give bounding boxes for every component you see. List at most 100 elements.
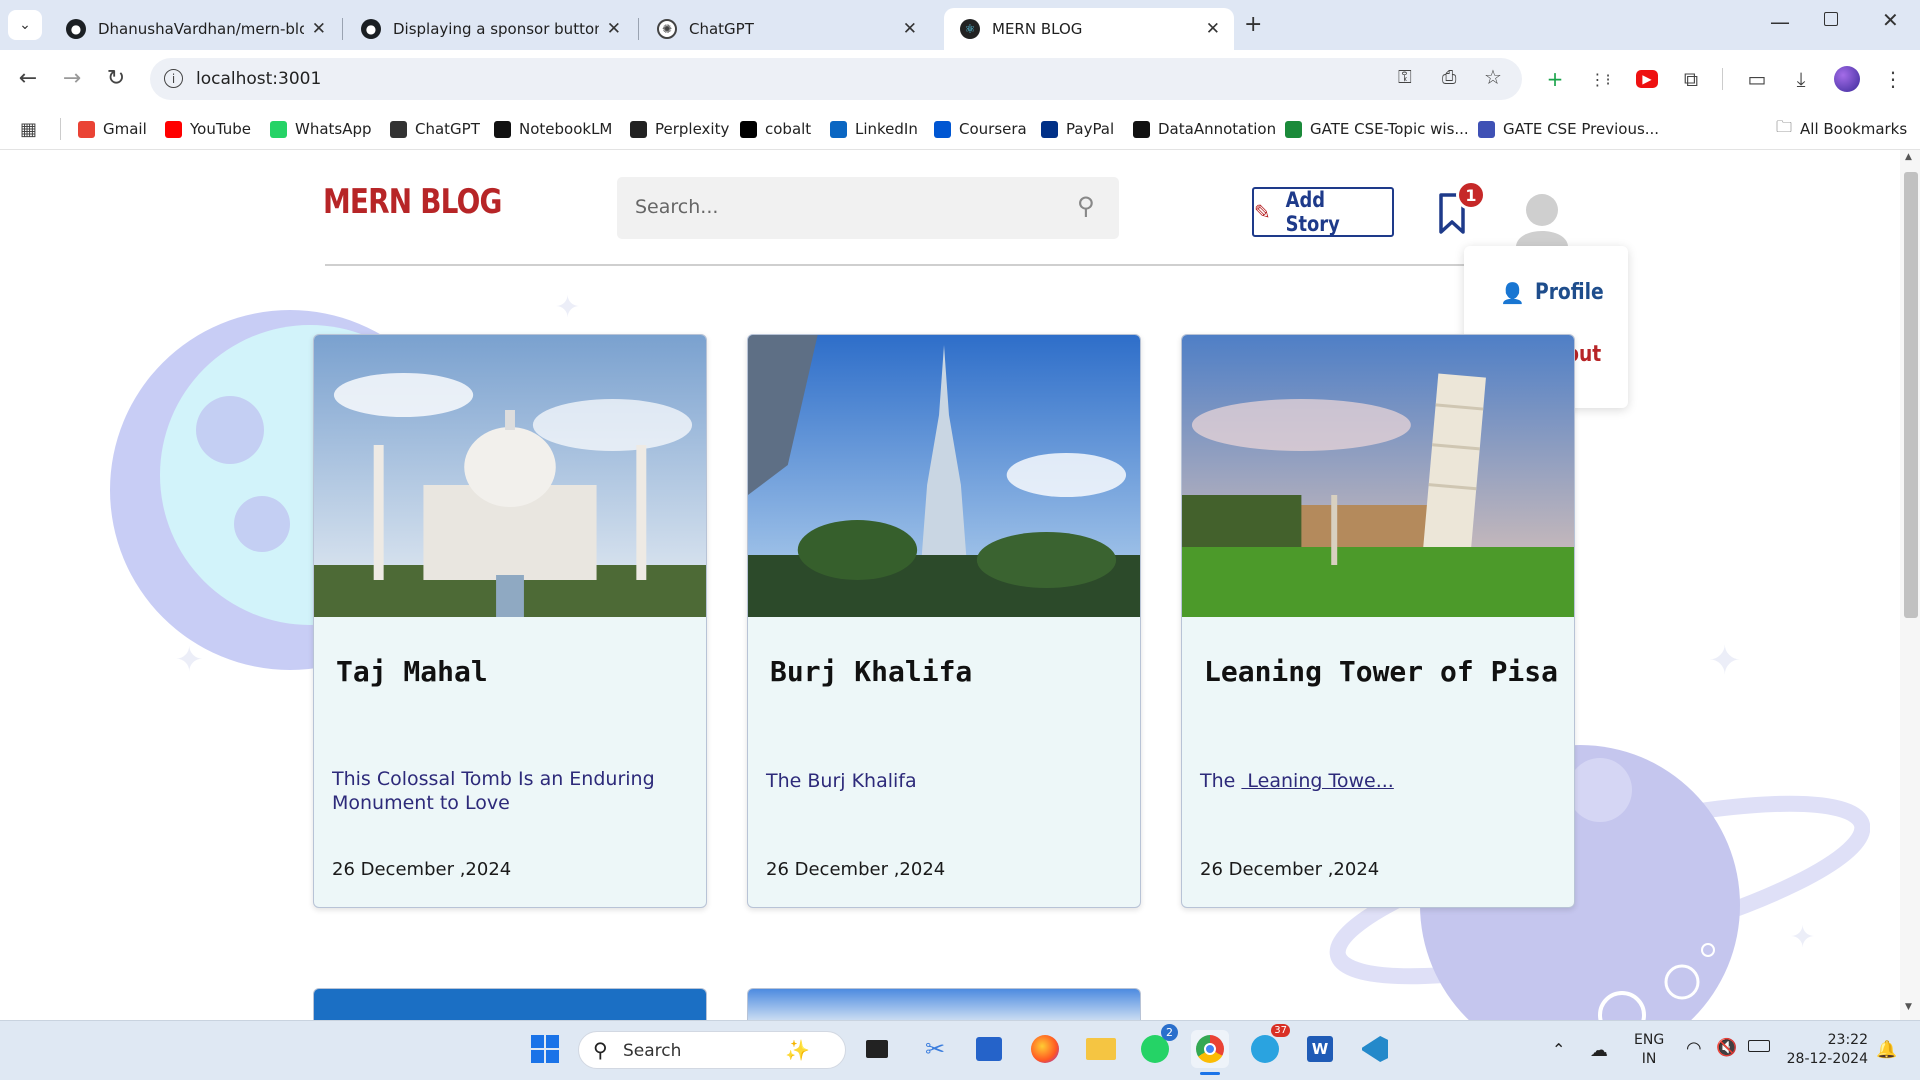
story-card[interactable]: Burj Khalifa The Burj Khalifa 26 Decembe…	[747, 334, 1141, 908]
url-text[interactable]: localhost:3001	[196, 69, 321, 89]
story-card-partial[interactable]	[747, 988, 1141, 1020]
chevron-down-icon: ⌄	[19, 17, 31, 33]
story-card-partial[interactable]	[313, 988, 707, 1020]
site-info-icon[interactable]: i	[164, 69, 183, 88]
new-tab-button[interactable]: +	[1244, 12, 1262, 37]
onedrive-icon[interactable]: ☁	[1590, 1040, 1608, 1061]
snipping-tool-icon[interactable]: ✂	[916, 1030, 954, 1068]
bookmark-favicon-icon	[494, 120, 511, 138]
apps-grid-icon[interactable]: ▦	[20, 116, 37, 142]
story-card[interactable]: Leaning Tower of Pisa The Leaning Towe..…	[1181, 334, 1575, 908]
battery-icon[interactable]	[1748, 1040, 1770, 1052]
minimize-button[interactable]: —	[1770, 10, 1790, 34]
story-title[interactable]: Taj Mahal	[336, 655, 488, 688]
story-excerpt: The Leaning Towe...	[1200, 770, 1394, 792]
whatsapp-taskbar-icon[interactable]: 2	[1136, 1024, 1178, 1068]
browser-tab-4-active[interactable]: ⚛ MERN BLOG ✕	[944, 8, 1234, 50]
cast-icon[interactable]: ▭	[1742, 64, 1772, 94]
bookmark-perplexity[interactable]: Perplexity	[630, 116, 729, 142]
browser-menu-icon[interactable]: ⋮	[1878, 64, 1908, 94]
back-button[interactable]: ←	[12, 62, 44, 94]
wifi-icon[interactable]: ◠	[1686, 1038, 1702, 1059]
user-avatar[interactable]	[1512, 188, 1572, 248]
add-story-button[interactable]: ✎ Add Story	[1252, 187, 1394, 237]
youtube-extension-icon[interactable]: ▶	[1632, 64, 1662, 94]
reload-icon: ↻	[106, 65, 126, 91]
extensions-puzzle-icon[interactable]: ⧉	[1676, 64, 1706, 94]
bookmark-chatgpt[interactable]: ChatGPT	[390, 116, 480, 142]
browser-tab-3[interactable]: ✺ ChatGPT ✕	[641, 8, 931, 50]
profile-avatar-icon[interactable]	[1832, 64, 1862, 94]
story-card[interactable]: Taj Mahal This Colossal Tomb Is an Endur…	[313, 334, 707, 908]
forward-button[interactable]: →	[56, 62, 88, 94]
taskbar-search-box[interactable]: ⚲ Search ✨	[578, 1031, 846, 1069]
windows-start-icon[interactable]	[526, 1030, 564, 1068]
word-taskbar-icon[interactable]: W	[1301, 1030, 1339, 1068]
bookmark-favicon-icon	[830, 120, 847, 138]
restore-button[interactable]	[1824, 12, 1838, 26]
search-icon: ⚲	[593, 1038, 608, 1062]
star-decoration: ✦	[555, 290, 581, 325]
extension-plus-icon[interactable]: +	[1540, 64, 1570, 94]
bookmark-whatsapp[interactable]: WhatsApp	[270, 116, 372, 142]
windows-taskbar	[0, 1020, 1920, 1080]
all-bookmarks[interactable]: 🗀 All Bookmarks	[1776, 116, 1907, 142]
search-icon[interactable]: ⚲	[1077, 192, 1095, 220]
browser-tab-2[interactable]: ● Displaying a sponsor button in ✕	[345, 8, 635, 50]
search-placeholder: Search...	[635, 196, 719, 218]
profile-menu-item[interactable]: 👤 Profile	[1500, 280, 1616, 305]
story-excerpt-link[interactable]: Leaning Towe...	[1241, 770, 1393, 792]
bookmark-favicon-icon	[1041, 120, 1058, 138]
telegram-taskbar-icon[interactable]: 37	[1246, 1024, 1290, 1068]
close-icon[interactable]: ✕	[607, 19, 621, 39]
reload-button[interactable]: ↻	[100, 62, 132, 94]
header-divider	[325, 264, 1575, 266]
story-image-leaning-tower	[1182, 335, 1574, 617]
notification-bell-icon[interactable]: 🔔	[1876, 1040, 1897, 1060]
bookmark-gate-cse-topic-wis[interactable]: GATE CSE-Topic wis...	[1285, 116, 1469, 142]
star-decoration: ✦	[175, 640, 204, 680]
story-date: 26 December ,2024	[766, 859, 946, 880]
extension-grid-icon[interactable]: ⋮⁝	[1585, 64, 1615, 94]
bookmark-coursera[interactable]: Coursera	[934, 116, 1027, 142]
page-scrollbar[interactable]: ▲ ▼	[1900, 150, 1920, 1020]
bookmark-dataannotation[interactable]: DataAnnotation	[1133, 116, 1276, 142]
key-icon[interactable]: ⚿	[1398, 67, 1412, 88]
bookmark-linkedin[interactable]: LinkedIn	[830, 116, 918, 142]
bookmark-gmail[interactable]: Gmail	[78, 116, 147, 142]
story-date: 26 December ,2024	[1200, 859, 1380, 880]
close-icon[interactable]: ✕	[1206, 19, 1220, 39]
clock[interactable]: 23:22 28-12-2024	[1784, 1031, 1868, 1069]
browser-tab-1[interactable]: ● DhanushaVardhan/mern-blog ✕	[50, 8, 340, 50]
microsoft-store-icon[interactable]	[970, 1030, 1008, 1068]
bookmark-paypal[interactable]: PayPal	[1041, 116, 1114, 142]
bookmark-notebooklm[interactable]: NotebookLM	[494, 116, 612, 142]
install-app-icon[interactable]: ⎙	[1442, 67, 1456, 88]
bookmark-cobalt[interactable]: cobalt	[740, 116, 811, 142]
chrome-taskbar-icon[interactable]	[1191, 1030, 1229, 1068]
task-view-icon[interactable]	[858, 1030, 896, 1068]
vscode-taskbar-icon[interactable]	[1356, 1030, 1394, 1068]
file-explorer-icon[interactable]	[1082, 1030, 1120, 1068]
story-title[interactable]: Leaning Tower of Pisa	[1204, 655, 1558, 688]
download-icon[interactable]: ⤓	[1786, 64, 1816, 94]
show-hidden-icons[interactable]: ⌃	[1552, 1040, 1565, 1059]
bookmark-youtube[interactable]: YouTube	[165, 116, 251, 142]
bookmark-gate-cse-previous[interactable]: GATE CSE Previous...	[1478, 116, 1659, 142]
arrow-right-icon: →	[62, 65, 82, 91]
reading-list-button[interactable]: 1	[1436, 180, 1486, 236]
address-bar[interactable]: i localhost:3001 ⚿ ⎙ ☆	[150, 58, 1522, 100]
story-title[interactable]: Burj Khalifa	[770, 655, 972, 688]
language-indicator[interactable]: ENG IN	[1634, 1031, 1664, 1069]
star-decoration: ✦	[1708, 638, 1742, 684]
close-icon[interactable]: ✕	[312, 19, 326, 39]
close-icon[interactable]: ✕	[903, 19, 917, 39]
tab-search-button[interactable]: ⌄	[8, 10, 42, 40]
search-input[interactable]: Search... ⚲	[617, 177, 1119, 239]
site-logo[interactable]: MERN BLOG	[323, 182, 502, 222]
github-icon: ●	[361, 19, 381, 39]
volume-muted-icon[interactable]: 🔇	[1716, 1038, 1737, 1058]
firefox-icon[interactable]	[1026, 1030, 1064, 1068]
close-window-button[interactable]: ✕	[1882, 8, 1899, 32]
star-icon[interactable]: ☆	[1484, 65, 1502, 89]
